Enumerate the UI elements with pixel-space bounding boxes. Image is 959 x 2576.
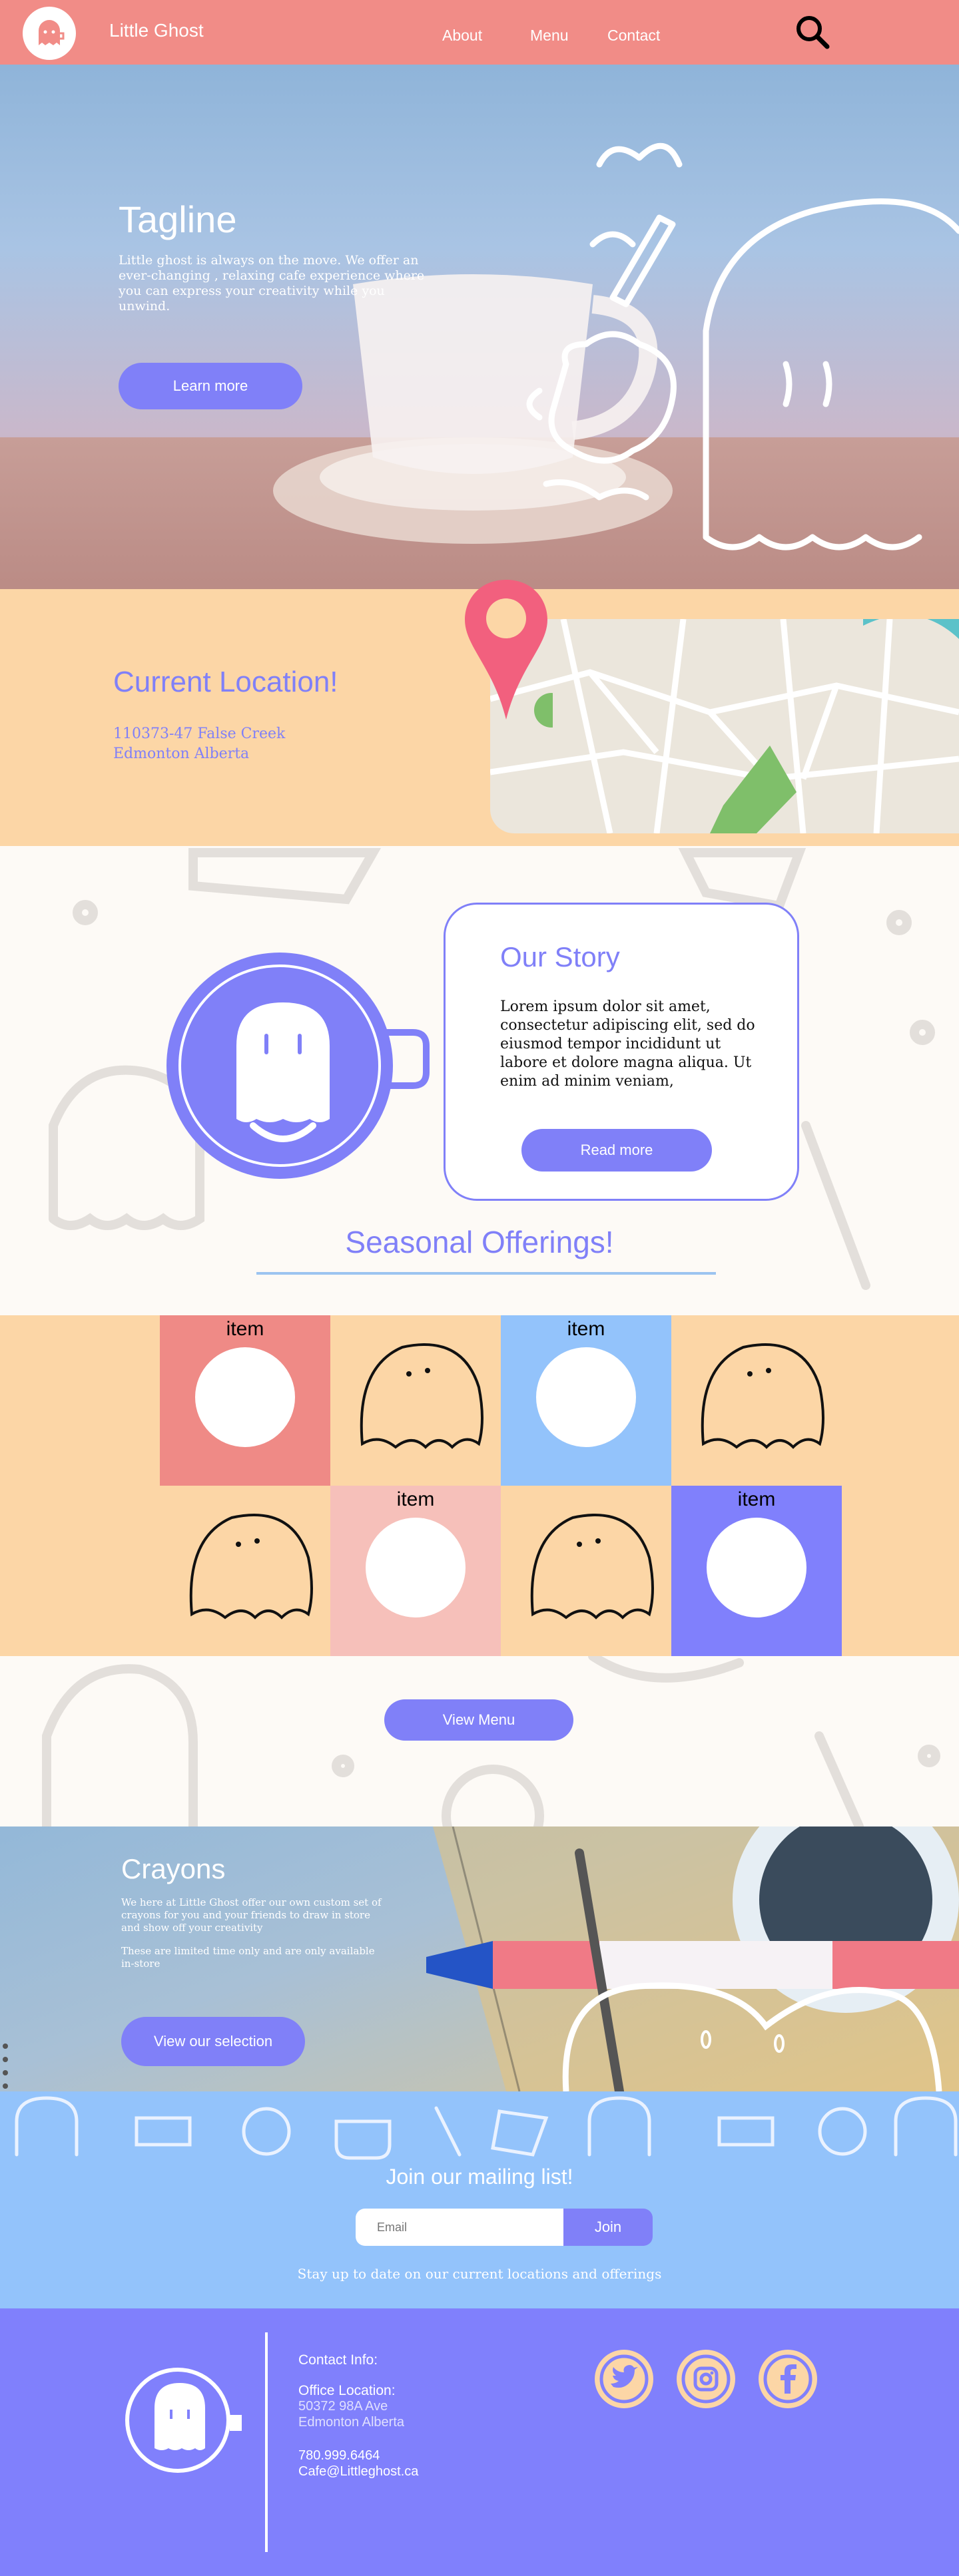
nav-link-menu[interactable]: Menu: [530, 27, 569, 45]
office-location-heading: Office Location:: [298, 2383, 396, 2398]
top-navbar: Little Ghost About Menu Contact: [0, 0, 959, 65]
view-menu-button[interactable]: View Menu: [384, 1699, 573, 1741]
ghost-doodle-tile: [160, 1486, 330, 1656]
ghost-doodle-illustration: [526, 142, 959, 550]
offering-item-image: [707, 1518, 806, 1617]
location-section: Current Location! 110373-47 False Creek …: [0, 580, 959, 846]
location-title: Current Location!: [113, 666, 338, 698]
ghost-doodle-tile: [330, 1315, 501, 1486]
brand-name: Little Ghost: [109, 20, 204, 41]
learn-more-button[interactable]: Learn more: [119, 363, 302, 409]
seasonal-divider: [256, 1272, 716, 1275]
mailing-list-section: Join our mailing list! Join Stay up to d…: [0, 2091, 959, 2308]
office-address-line2: Edmonton Alberta: [298, 2415, 404, 2430]
our-story-section: Our Story Lorem ipsum dolor sit amet, co…: [0, 846, 959, 1315]
hero-section: Tagline Little ghost is always on the mo…: [0, 65, 959, 589]
email-address[interactable]: Cafe@Littleghost.ca: [298, 2464, 418, 2479]
ghost-logo-icon[interactable]: [23, 7, 76, 60]
offering-item-tile[interactable]: item: [501, 1315, 671, 1486]
read-more-button[interactable]: Read more: [521, 1129, 712, 1172]
instagram-icon[interactable]: [677, 2350, 735, 2408]
search-icon[interactable]: [793, 12, 832, 52]
offering-item-tile[interactable]: item: [160, 1315, 330, 1486]
nav-link-about[interactable]: About: [442, 27, 482, 45]
offering-item-image: [536, 1347, 636, 1447]
seasonal-offerings-grid: item item item item: [0, 1315, 959, 1656]
location-map[interactable]: [490, 619, 959, 833]
mailing-list-title: Join our mailing list!: [386, 2165, 573, 2189]
contact-info-heading: Contact Info:: [298, 2352, 378, 2368]
mailing-list-subtext: Stay up to date on our current locations…: [297, 2266, 662, 2282]
offering-item-label: item: [226, 1318, 264, 1340]
footer-divider: [265, 2332, 268, 2552]
footer: Contact Info: Office Location: 50372 98A…: [0, 2308, 959, 2576]
our-story-text: Lorem ipsum dolor sit amet, consectetur …: [500, 998, 755, 1090]
ghost-doodle-tile: [501, 1486, 671, 1656]
doodle-background-pattern: [42, 1656, 940, 1826]
offering-item-label: item: [396, 1488, 435, 1510]
location-address-line1: 110373-47 False Creek: [113, 726, 286, 742]
crayons-note: These are limited time only and are only…: [121, 1945, 375, 1970]
join-button[interactable]: Join: [563, 2209, 653, 2246]
ghost-logo-icon: [125, 2368, 242, 2473]
phone-number[interactable]: 780.999.6464: [298, 2448, 380, 2464]
crayons-title: Crayons: [121, 1853, 226, 1884]
offering-item-image: [195, 1347, 295, 1447]
crayons-description: We here at Little Ghost offer our own cu…: [121, 1896, 382, 1934]
doodle-banner-pattern: [15, 2096, 958, 2160]
ghost-icon: [530, 1514, 654, 1619]
hero-title: Tagline: [119, 198, 237, 240]
nav-link-contact[interactable]: Contact: [607, 27, 660, 45]
our-story-title: Our Story: [500, 941, 620, 972]
offering-item-label: item: [567, 1318, 605, 1340]
twitter-icon[interactable]: [595, 2350, 653, 2408]
view-selection-button[interactable]: View our selection: [121, 2017, 305, 2066]
ghost-doodle-tile: [671, 1315, 842, 1486]
crayons-section: Crayons We here at Little Ghost offer ou…: [0, 1826, 959, 2091]
our-story-card: Our Story Lorem ipsum dolor sit amet, co…: [444, 903, 799, 1201]
ghost-mug-illustration: [166, 953, 430, 1179]
email-input[interactable]: [356, 2209, 563, 2246]
offering-item-label: item: [737, 1488, 776, 1510]
offering-item-tile[interactable]: item: [671, 1486, 842, 1656]
hero-description: Little ghost is always on the move. We o…: [119, 253, 425, 314]
offering-item-tile[interactable]: item: [330, 1486, 501, 1656]
ghost-icon: [360, 1343, 483, 1449]
location-address-line2: Edmonton Alberta: [113, 746, 250, 762]
seasonal-offerings-title: Seasonal Offerings!: [345, 1225, 614, 1259]
ghost-icon: [701, 1343, 824, 1449]
map-pin-icon: [465, 580, 553, 728]
office-address-line1: 50372 98A Ave: [298, 2399, 388, 2414]
facebook-icon[interactable]: [759, 2350, 817, 2408]
ghost-icon: [189, 1514, 313, 1619]
offering-item-image: [366, 1518, 466, 1617]
view-menu-section: View Menu: [0, 1656, 959, 1826]
